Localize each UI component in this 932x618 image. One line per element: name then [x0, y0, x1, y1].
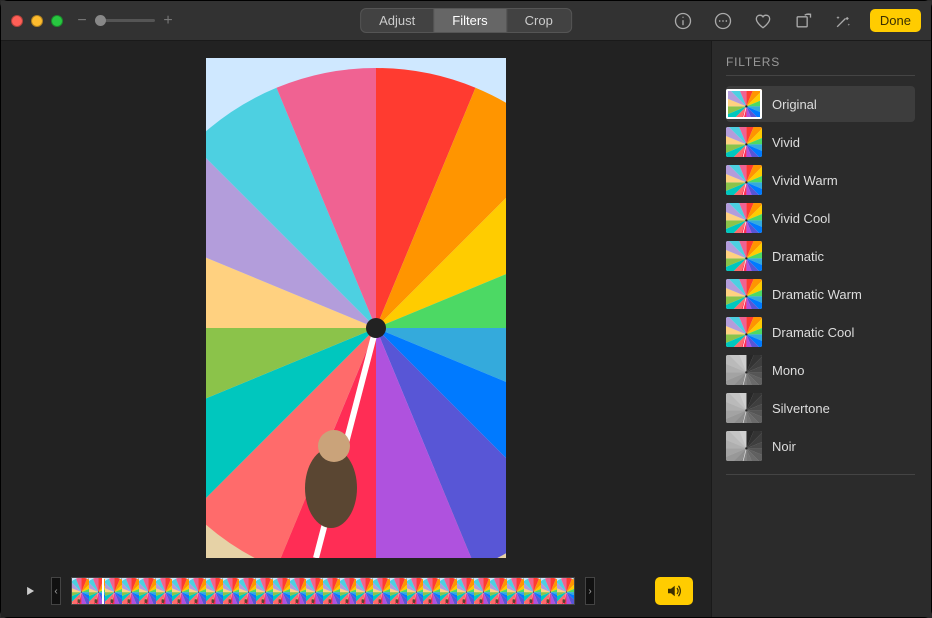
- fullscreen-window-button[interactable]: [51, 15, 63, 27]
- filter-item-dramatic-cool[interactable]: Dramatic Cool: [726, 314, 915, 350]
- timeline-frame[interactable]: [524, 578, 541, 604]
- filter-label: Noir: [772, 439, 796, 454]
- play-button[interactable]: [19, 580, 41, 602]
- rotate-icon[interactable]: [790, 8, 816, 34]
- filter-item-noir[interactable]: Noir: [726, 428, 915, 464]
- info-icon[interactable]: [670, 8, 696, 34]
- timeline-strip[interactable]: [71, 577, 575, 605]
- trim-end-handle[interactable]: ›: [585, 577, 595, 605]
- timeline-frame[interactable]: [407, 578, 424, 604]
- auto-enhance-icon[interactable]: [830, 8, 856, 34]
- favorite-icon[interactable]: [750, 8, 776, 34]
- playhead[interactable]: [102, 577, 104, 605]
- trim-start-handle[interactable]: ‹: [51, 577, 61, 605]
- stage: ‹ ›: [1, 41, 711, 617]
- timeline-frame[interactable]: [206, 578, 223, 604]
- filter-thumb-mono: [726, 355, 762, 385]
- umbrella-illustration: [206, 58, 506, 558]
- timeline-frame[interactable]: [306, 578, 323, 604]
- filter-item-vivid[interactable]: Vivid: [726, 124, 915, 160]
- sidebar-title: FILTERS: [726, 55, 915, 69]
- close-window-button[interactable]: [11, 15, 23, 27]
- timeline-frame[interactable]: [273, 578, 290, 604]
- filter-label: Dramatic: [772, 249, 824, 264]
- filter-item-vivid-warm[interactable]: Vivid Warm: [726, 162, 915, 198]
- filter-item-silvertone[interactable]: Silvertone: [726, 390, 915, 426]
- timeline-frame[interactable]: [290, 578, 307, 604]
- filter-thumb-silvertone: [726, 393, 762, 423]
- filter-thumb-noir: [726, 431, 762, 461]
- timeline-frame[interactable]: [541, 578, 558, 604]
- window-controls: [11, 15, 63, 27]
- done-button[interactable]: Done: [870, 9, 921, 32]
- zoom-knob[interactable]: [95, 15, 106, 26]
- filter-label: Dramatic Cool: [772, 325, 854, 340]
- filter-label: Mono: [772, 363, 805, 378]
- timeline-frame[interactable]: [440, 578, 457, 604]
- filter-item-original[interactable]: Original: [726, 86, 915, 122]
- audio-toggle-button[interactable]: [655, 577, 693, 605]
- filter-label: Vivid Cool: [772, 211, 830, 226]
- filter-label: Dramatic Warm: [772, 287, 862, 302]
- filter-item-dramatic[interactable]: Dramatic: [726, 238, 915, 274]
- photo-preview[interactable]: [206, 58, 506, 558]
- filter-thumb-original: [726, 89, 762, 119]
- timeline-frame[interactable]: [340, 578, 357, 604]
- timeline: ‹ ›: [1, 571, 711, 617]
- filter-item-dramatic-warm[interactable]: Dramatic Warm: [726, 276, 915, 312]
- timeline-frame[interactable]: [557, 578, 574, 604]
- filter-thumb-dramatic: [726, 241, 762, 271]
- tab-filters[interactable]: Filters: [434, 9, 506, 32]
- sidebar-divider-bottom: [726, 474, 915, 475]
- filter-thumb-dramatic-cool: [726, 317, 762, 347]
- timeline-frame[interactable]: [457, 578, 474, 604]
- timeline-frame[interactable]: [474, 578, 491, 604]
- tab-crop[interactable]: Crop: [507, 9, 571, 32]
- minimize-window-button[interactable]: [31, 15, 43, 27]
- filter-label: Original: [772, 97, 817, 112]
- zoom-track[interactable]: [95, 19, 155, 22]
- timeline-frame[interactable]: [156, 578, 173, 604]
- filter-thumb-vivid-warm: [726, 165, 762, 195]
- timeline-frame[interactable]: [72, 578, 89, 604]
- filter-label: Vivid Warm: [772, 173, 838, 188]
- timeline-frame[interactable]: [373, 578, 390, 604]
- zoom-out-icon[interactable]: −: [75, 13, 89, 29]
- timeline-frame[interactable]: [490, 578, 507, 604]
- timeline-frame[interactable]: [256, 578, 273, 604]
- filter-item-mono[interactable]: Mono: [726, 352, 915, 388]
- timeline-frame[interactable]: [423, 578, 440, 604]
- zoom-slider[interactable]: − +: [75, 13, 175, 29]
- more-icon[interactable]: [710, 8, 736, 34]
- edit-mode-tabs: Adjust Filters Crop: [360, 8, 572, 33]
- timeline-frame[interactable]: [139, 578, 156, 604]
- filter-list: Original Vivid Vivid Warm Vivid Cool Dramati…: [726, 86, 915, 464]
- timeline-frame[interactable]: [323, 578, 340, 604]
- filter-thumb-vivid: [726, 127, 762, 157]
- tab-adjust[interactable]: Adjust: [361, 9, 434, 32]
- filter-item-vivid-cool[interactable]: Vivid Cool: [726, 200, 915, 236]
- timeline-frame[interactable]: [105, 578, 122, 604]
- timeline-frame[interactable]: [172, 578, 189, 604]
- timeline-frame[interactable]: [189, 578, 206, 604]
- filters-sidebar: FILTERS Original Vivid Vivid Warm Vivid Coo…: [711, 41, 931, 617]
- timeline-frame[interactable]: [239, 578, 256, 604]
- canvas-area: [1, 41, 711, 571]
- filter-label: Silvertone: [772, 401, 830, 416]
- zoom-in-icon[interactable]: +: [161, 13, 175, 29]
- filter-label: Vivid: [772, 135, 800, 150]
- timeline-frame[interactable]: [390, 578, 407, 604]
- timeline-frame[interactable]: [223, 578, 240, 604]
- titlebar: − + Adjust Filters Crop Done: [1, 1, 931, 41]
- timeline-frame[interactable]: [356, 578, 373, 604]
- filter-thumb-dramatic-warm: [726, 279, 762, 309]
- toolbar-right: Done: [670, 8, 921, 34]
- timeline-frame[interactable]: [122, 578, 139, 604]
- filter-thumb-vivid-cool: [726, 203, 762, 233]
- sidebar-divider: [726, 75, 915, 76]
- content: ‹ › FILTERS Original Vivid Vivid Warm Vivid…: [1, 41, 931, 617]
- timeline-frame[interactable]: [507, 578, 524, 604]
